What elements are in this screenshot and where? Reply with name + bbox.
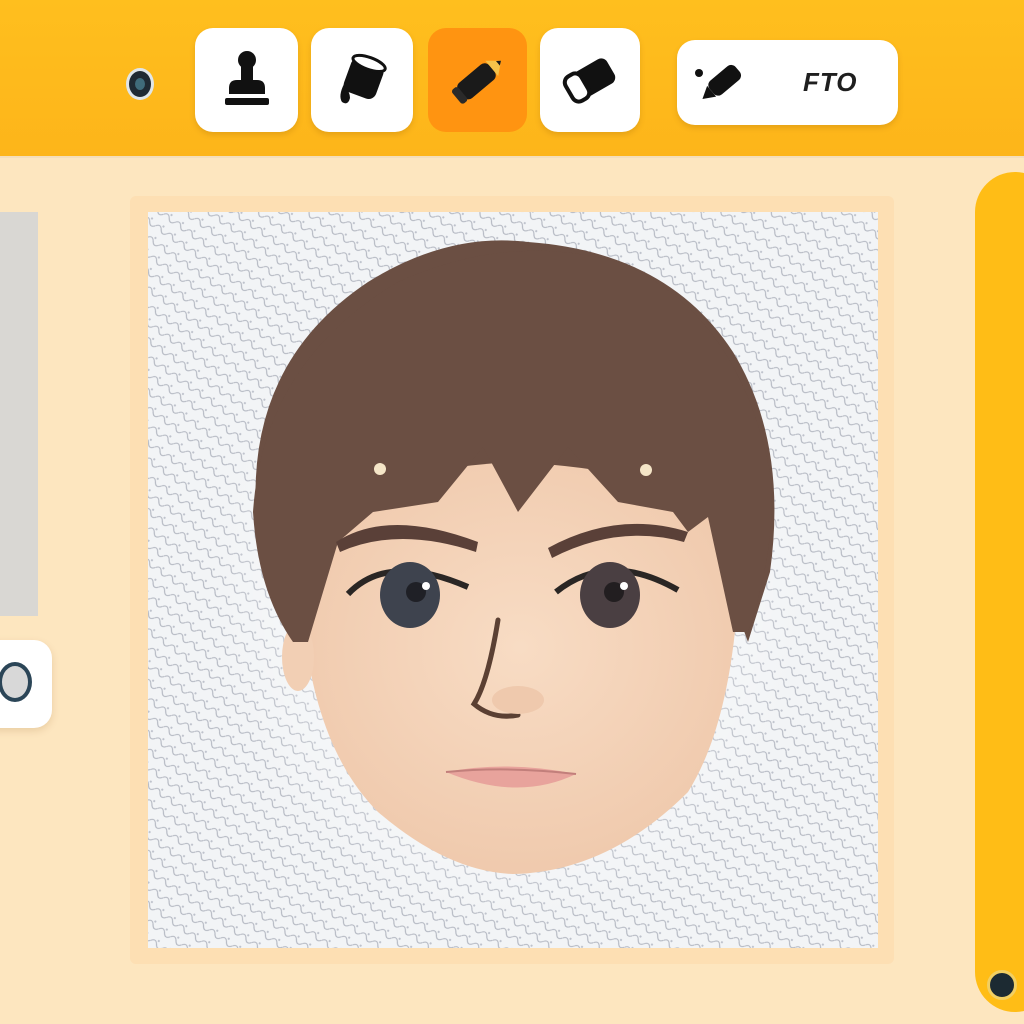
- toolbar: FTO: [0, 0, 1024, 156]
- eraser-tool-button[interactable]: [540, 28, 640, 132]
- marker-icon: [695, 64, 742, 99]
- status-indicator-icon: [126, 68, 154, 100]
- fill-tool-button[interactable]: [311, 28, 413, 132]
- right-side-panel[interactable]: [975, 172, 1024, 1012]
- eraser-icon: [562, 58, 616, 104]
- drawing-canvas[interactable]: [148, 212, 878, 948]
- left-side-panel[interactable]: [0, 212, 38, 616]
- stamp-icon: [224, 51, 269, 105]
- pencil-icon: [451, 60, 501, 104]
- radio-icon: [0, 662, 32, 702]
- marker-tool-button[interactable]: FTO: [677, 40, 898, 125]
- marker-tool-label: FTO: [803, 67, 858, 97]
- scroll-handle-icon[interactable]: [987, 970, 1017, 1000]
- paint-bucket-icon: [340, 53, 387, 104]
- stamp-tool-button[interactable]: [195, 28, 298, 132]
- left-panel-handle[interactable]: [0, 640, 52, 728]
- pencil-tool-button[interactable]: [428, 28, 527, 132]
